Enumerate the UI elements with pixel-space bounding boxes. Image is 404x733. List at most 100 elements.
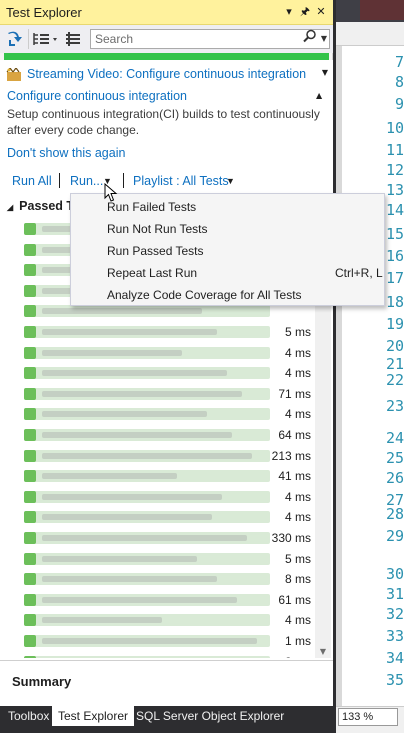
blurred-text — [42, 411, 207, 418]
streaming-video-link[interactable]: Streaming Video: Configure continuous in… — [27, 67, 306, 81]
blurred-text — [42, 390, 242, 397]
table-row[interactable]: 1 ms — [0, 632, 315, 650]
ci-heading-link[interactable]: Configure continuous integration — [7, 89, 187, 103]
passed-test-icon — [24, 511, 36, 524]
zoom-level-select[interactable]: 133 % — [338, 708, 398, 726]
passed-test-icon — [24, 264, 36, 277]
menu-item-run-not-run-tests[interactable]: Run Not Run Tests — [72, 218, 384, 240]
group-by-dropdown-icon[interactable] — [32, 31, 60, 47]
table-row[interactable]: 330 ms — [0, 529, 315, 547]
run-dropdown-menu: Run Failed Tests Run Not Run Tests Run P… — [70, 193, 385, 306]
video-banner[interactable]: Streaming Video: Configure continuous in… — [6, 66, 330, 84]
blurred-text — [42, 493, 222, 500]
menu-item-label: Repeat Last Run — [107, 266, 198, 280]
pin-icon[interactable]: 🖈 — [298, 4, 312, 20]
test-name-redacted — [24, 367, 270, 380]
passed-test-icon — [24, 635, 36, 647]
passed-test-icon — [24, 449, 36, 462]
search-input[interactable]: Search — [90, 29, 330, 49]
blurred-text — [42, 349, 182, 356]
table-row[interactable]: 213 ms — [0, 447, 315, 465]
ci-description: Setup continuous integration(CI) builds … — [7, 107, 320, 137]
passed-test-icon — [24, 614, 36, 627]
table-row[interactable]: 4 ms — [0, 488, 315, 506]
menu-item-label: Run Passed Tests — [107, 244, 204, 258]
close-icon[interactable]: ✕ — [314, 4, 328, 20]
blurred-text — [42, 576, 217, 583]
tab-sql-server-object-explorer[interactable]: SQL Server Object Explorer — [130, 706, 290, 726]
run-all-link[interactable]: Run All — [12, 174, 52, 188]
test-name-redacted — [24, 511, 270, 524]
run-bar-separator — [59, 173, 60, 188]
line-number: 11 — [385, 141, 404, 159]
scroll-down-icon[interactable]: ▼ — [315, 647, 331, 656]
run-tests-after-build-icon[interactable] — [6, 31, 24, 47]
window-position-dropdown-icon[interactable]: ▾ — [282, 4, 296, 20]
run-bar-separator — [123, 173, 124, 188]
test-name-redacted — [24, 305, 270, 318]
panel-title-bar: Test Explorer ▾ 🖈 ✕ — [0, 0, 333, 25]
playlist-dropdown-link[interactable]: Playlist : All Tests — [133, 174, 229, 188]
expand-triangle-icon[interactable]: ◢ — [7, 203, 13, 212]
test-duration: 4 ms — [284, 613, 311, 628]
line-number: 26 — [385, 469, 404, 487]
test-progress-fill — [4, 53, 329, 60]
passed-test-icon — [24, 593, 36, 606]
table-row[interactable]: 4 ms — [0, 344, 315, 362]
table-row[interactable]: 41 ms — [0, 467, 315, 485]
line-number: 20 — [385, 337, 404, 355]
menu-item-run-failed-tests[interactable]: Run Failed Tests — [72, 196, 384, 218]
test-duration: 5 ms — [284, 551, 311, 566]
line-number: 9 — [394, 95, 404, 113]
table-row[interactable]: 3 ms — [0, 653, 315, 658]
table-row[interactable]: 5 ms — [0, 323, 315, 341]
table-row[interactable]: 61 ms — [0, 591, 315, 609]
line-number: 7 — [394, 53, 404, 71]
summary-pane: Summary — [0, 660, 333, 706]
test-name-redacted — [24, 593, 270, 606]
test-name-redacted — [24, 635, 270, 647]
test-duration: 4 ms — [284, 366, 311, 381]
menu-item-analyze-code-coverage[interactable]: Analyze Code Coverage for All Tests — [72, 284, 384, 306]
run-dropdown-link[interactable]: Run... — [70, 174, 103, 188]
test-name-redacted — [24, 573, 270, 586]
line-number: 25 — [385, 449, 404, 467]
blurred-text — [42, 432, 232, 438]
test-explorer-panel: Test Explorer ▾ 🖈 ✕ Search ▼ Streaming V… — [0, 0, 333, 706]
passed-test-icon — [24, 573, 36, 586]
test-name-redacted — [24, 470, 270, 483]
menu-item-repeat-last-run[interactable]: Repeat Last Run Ctrl+R, L — [72, 262, 384, 284]
tab-toolbox[interactable]: Toolbox — [2, 706, 55, 726]
table-row[interactable]: 4 ms — [0, 611, 315, 629]
dont-show-again-link[interactable]: Don't show this again — [7, 146, 125, 160]
passed-test-icon — [24, 470, 36, 483]
line-number: 29 — [385, 527, 404, 545]
table-row[interactable]: 4 ms — [0, 405, 315, 423]
playlist-icon[interactable] — [64, 31, 82, 47]
toolbar-separator — [28, 29, 29, 49]
passed-tests-group-header[interactable]: ◢ Passed T — [7, 199, 74, 213]
line-number: 10 — [385, 119, 404, 137]
chevron-up-icon[interactable]: ▲ — [316, 91, 322, 100]
menu-item-label: Run Not Run Tests — [107, 222, 208, 236]
table-row[interactable]: 5 ms — [0, 550, 315, 568]
passed-test-icon — [24, 408, 36, 421]
table-row[interactable]: 4 ms — [0, 508, 315, 526]
test-duration: 71 ms — [278, 386, 311, 401]
chevron-down-icon[interactable]: ▼ — [322, 68, 328, 77]
passed-test-icon — [24, 305, 36, 318]
table-row[interactable]: 71 ms — [0, 385, 315, 403]
table-row[interactable]: 8 ms — [0, 570, 315, 588]
passed-test-icon — [24, 655, 36, 658]
chevron-down-icon[interactable]: ▼ — [226, 176, 235, 186]
table-row[interactable]: 4 ms — [0, 364, 315, 382]
menu-item-run-passed-tests[interactable]: Run Passed Tests — [72, 240, 384, 262]
line-number: 23 — [385, 397, 404, 415]
tab-test-explorer[interactable]: Test Explorer — [52, 706, 135, 726]
chevron-down-icon[interactable]: ▼ — [318, 29, 330, 49]
search-icon[interactable] — [302, 29, 318, 49]
line-number: 8 — [394, 73, 404, 91]
mouse-cursor-icon — [104, 183, 118, 202]
table-row[interactable]: 64 ms — [0, 426, 315, 444]
test-name-redacted — [24, 655, 270, 658]
